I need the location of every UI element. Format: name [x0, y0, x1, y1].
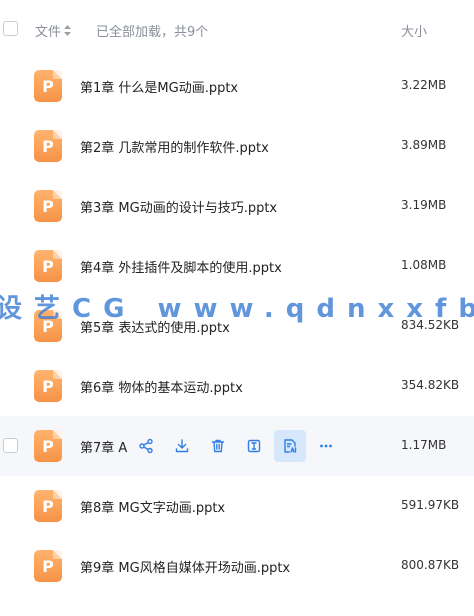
row-action-toolbar [130, 430, 346, 462]
pptx-file-icon: P [34, 70, 62, 102]
file-name[interactable]: 第1章 什么是MG动画.pptx [80, 77, 238, 96]
file-row[interactable]: P 第6章 物体的基本运动.pptx 354.82KB [0, 356, 474, 416]
file-list-header: 文件 已全部加载，共9个 大小 [0, 0, 474, 56]
download-icon[interactable] [166, 430, 198, 462]
preview-icon[interactable] [274, 430, 306, 462]
file-size: 1.08MB [401, 258, 447, 272]
file-name[interactable]: 第3章 MG动画的设计与技巧.pptx [80, 197, 277, 216]
delete-icon[interactable] [202, 430, 234, 462]
sort-icon[interactable] [64, 25, 72, 37]
file-name[interactable]: 第4章 外挂插件及脚本的使用.pptx [80, 257, 282, 276]
file-name[interactable]: 第6章 物体的基本运动.pptx [80, 377, 243, 396]
pptx-file-icon: P [34, 250, 62, 282]
file-name[interactable]: 第2章 几款常用的制作软件.pptx [80, 137, 269, 156]
file-size: 3.19MB [401, 198, 447, 212]
pptx-file-icon: P [34, 550, 62, 582]
more-icon[interactable] [310, 430, 342, 462]
file-row[interactable]: P 第9章 MG风格自媒体开场动画.pptx 800.87KB [0, 536, 474, 596]
file-size: 3.89MB [401, 138, 447, 152]
pptx-file-icon: P [34, 430, 62, 462]
watermark-overlay: 设艺CG www.qdnxxfb.c [0, 286, 474, 326]
file-size: 3.22MB [401, 78, 447, 92]
file-name[interactable]: 第8章 MG文字动画.pptx [80, 497, 225, 516]
file-row[interactable]: P 第2章 几款常用的制作软件.pptx 3.89MB [0, 116, 474, 176]
file-row[interactable]: P 第1章 什么是MG动画.pptx 3.22MB [0, 56, 474, 116]
share-icon[interactable] [130, 430, 162, 462]
pptx-file-icon: P [34, 190, 62, 222]
file-size: 591.97KB [401, 498, 460, 512]
name-column-header[interactable]: 文件 [35, 21, 72, 40]
file-name[interactable]: 第7章 A [80, 437, 127, 456]
name-column-label: 文件 [35, 25, 62, 40]
pptx-file-icon: P [34, 490, 62, 522]
row-checkbox[interactable] [3, 438, 18, 453]
file-size: 1.17MB [401, 438, 447, 452]
file-name[interactable]: 第9章 MG风格自媒体开场动画.pptx [80, 557, 290, 576]
file-size: 800.87KB [401, 558, 460, 572]
pptx-file-icon: P [34, 370, 62, 402]
file-size: 354.82KB [401, 378, 460, 392]
pptx-file-icon: P [34, 130, 62, 162]
file-row[interactable]: P 第8章 MG文字动画.pptx 591.97KB [0, 476, 474, 536]
file-row-hovered[interactable]: P 第7章 A 1.17MB [0, 416, 474, 476]
select-all-checkbox[interactable] [3, 21, 18, 36]
loaded-status: 已全部加载，共9个 [96, 25, 209, 40]
rename-icon[interactable] [238, 430, 270, 462]
file-row[interactable]: P 第3章 MG动画的设计与技巧.pptx 3.19MB [0, 176, 474, 236]
watermark-text: 设艺CG www.qdnxxfb.c [0, 294, 474, 324]
size-column-header[interactable]: 大小 [401, 21, 427, 40]
